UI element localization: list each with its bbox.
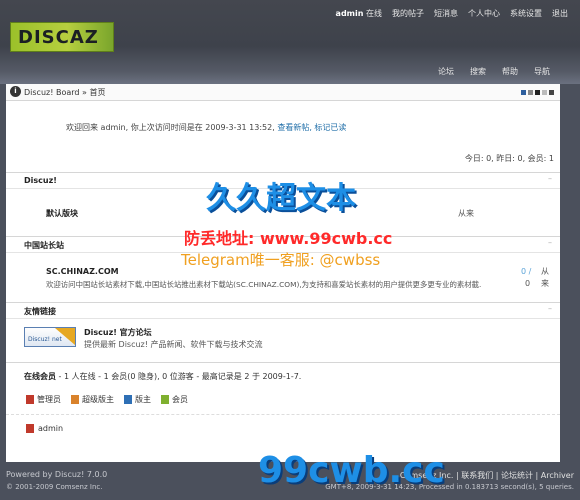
watermark-url: 防丢地址: www.99cwb.cc — [184, 229, 393, 248]
online-label[interactable]: 在线会员 — [24, 372, 56, 381]
online-username[interactable]: admin — [38, 424, 63, 433]
header: DISCAZ admin 在线 我的帖子 短消息 个人中心 系统设置 退出 论坛… — [0, 0, 580, 84]
post-count: 0 — [525, 279, 531, 288]
legend-admin: 管理员 — [26, 394, 61, 405]
nav-help[interactable]: 帮助 — [502, 66, 518, 77]
moderator-user-icon — [124, 395, 132, 404]
partner-name[interactable]: Discuz! 官方论坛 — [84, 327, 152, 338]
nav-forum[interactable]: 论坛 — [438, 66, 454, 77]
nav-my-posts[interactable]: 我的帖子 — [392, 8, 424, 19]
board-stats: 今日: 0, 昨日: 0, 会员: 1 — [464, 154, 554, 163]
welcome-text: 欢迎回来 admin, 你上次访问时间是在 2009-3-31 13:52, — [66, 123, 275, 132]
collapse-icon[interactable]: – — [548, 238, 552, 247]
watermark-telegram: Telegram唯一客服: @cwbss — [181, 251, 381, 269]
section-title: Discuz! — [24, 176, 57, 185]
username-link[interactable]: admin — [336, 9, 364, 18]
breadcrumb-path[interactable]: Discuz! Board » 首页 — [24, 87, 105, 98]
supermod-user-icon — [71, 395, 79, 404]
site-logo[interactable]: DISCAZ — [10, 22, 114, 52]
admin-user-icon — [26, 424, 34, 433]
style-swatch-light[interactable] — [542, 90, 547, 95]
nav-settings[interactable]: 系统设置 — [510, 8, 542, 19]
thread-count: 0 / — [521, 267, 532, 276]
powered-by[interactable]: Powered by Discuz! 7.0.0 — [6, 470, 107, 479]
collapse-icon[interactable]: – — [548, 174, 552, 183]
forum-default[interactable]: 默认版块 — [46, 208, 78, 219]
forum-last-post: 从来 — [458, 209, 474, 218]
main-nav: 论坛 搜索 帮助 导航 — [438, 66, 550, 77]
new-posts-link[interactable]: 查看新帖, 标记已读 — [277, 123, 346, 132]
admin-user-icon — [26, 395, 34, 404]
forum-content: i Discuz! Board » 首页 欢迎回来 admin, 你上次访问时间… — [6, 84, 560, 462]
section-title: 友情链接 — [24, 307, 56, 316]
online-summary: 在线会员 - 1 人在线 - 1 会员(0 隐身), 0 位游客 - 最高记录是… — [24, 371, 301, 382]
online-list-divider — [6, 414, 560, 415]
banner-corner-icon — [55, 328, 75, 345]
user-group-legend: 管理员 超级版主 版主 会员 — [26, 394, 188, 405]
welcome-message: 欢迎回来 admin, 你上次访问时间是在 2009-3-31 13:52, 查… — [66, 122, 346, 133]
online-user-admin[interactable]: admin — [26, 424, 63, 433]
section-title: 中国站长站 — [24, 241, 64, 250]
legend-moderator: 版主 — [124, 394, 151, 405]
nav-navigation[interactable]: 导航 — [534, 66, 550, 77]
section-links[interactable]: 友情链接 – — [6, 302, 560, 319]
forum-description: 欢迎访问中国站长站素材下载,中国站长站推出素材下载站(SC.CHINAZ.COM… — [46, 280, 482, 289]
logo-text: DISCAZ — [18, 27, 99, 48]
home-icon[interactable]: i — [10, 86, 21, 97]
nav-search[interactable]: 搜索 — [470, 66, 486, 77]
watermark-title: 久久超文本 — [206, 181, 356, 216]
legend-member: 会员 — [161, 394, 188, 405]
last-post-line2: 来 — [541, 279, 549, 288]
nav-profile[interactable]: 个人中心 — [468, 8, 500, 19]
online-status: 在线 — [366, 9, 382, 18]
style-swatch-black[interactable] — [535, 90, 540, 95]
online-divider — [6, 362, 560, 363]
partner-description: 提供最新 Discuz! 产品新闻、软件下载与技术交流 — [84, 340, 263, 349]
nav-messages[interactable]: 短消息 — [434, 8, 458, 19]
collapse-icon[interactable]: – — [548, 304, 552, 313]
last-post-line1: 从 — [541, 267, 549, 276]
style-switcher[interactable] — [521, 90, 554, 95]
member-user-icon — [161, 395, 169, 404]
online-text: - 1 人在线 - 1 会员(0 隐身), 0 位游客 - 最高记录是 2 于 … — [58, 372, 302, 381]
legend-supermod: 超级版主 — [71, 394, 114, 405]
top-nav: admin 在线 我的帖子 短消息 个人中心 系统设置 退出 — [336, 8, 568, 19]
partner-banner[interactable]: Discuz! net — [24, 327, 76, 347]
nav-logout[interactable]: 退出 — [552, 8, 568, 19]
watermark-bottom: 99cwb.cc — [258, 450, 445, 491]
copyright: © 2001-2009 Comsenz Inc. — [6, 483, 103, 491]
forum-chinaz[interactable]: SC.CHINAZ.COM — [46, 267, 119, 276]
style-swatch-dark[interactable] — [549, 90, 554, 95]
breadcrumb: i Discuz! Board » 首页 — [6, 84, 560, 101]
style-swatch-blue[interactable] — [521, 90, 526, 95]
style-swatch-gray[interactable] — [528, 90, 533, 95]
